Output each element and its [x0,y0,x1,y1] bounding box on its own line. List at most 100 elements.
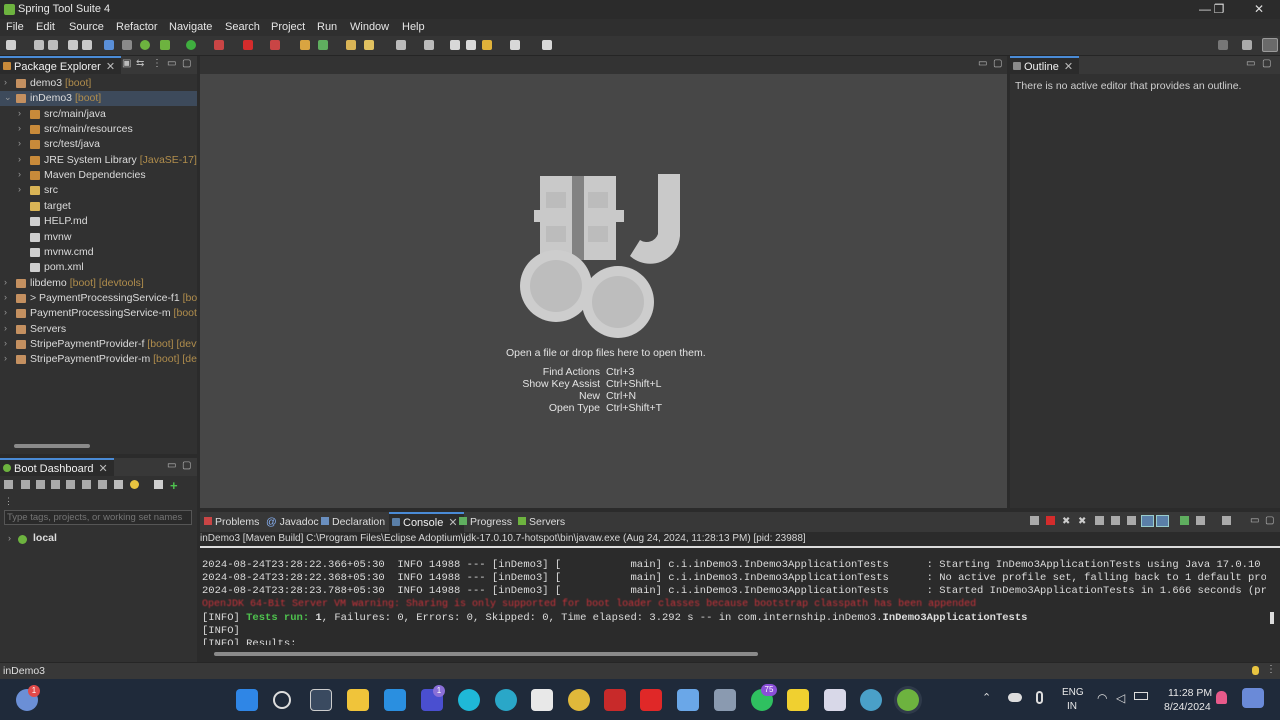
volume-icon[interactable]: ◁ [1116,691,1125,705]
console-icon[interactable] [51,480,60,489]
onedrive-icon[interactable] [1008,693,1022,702]
word-wrap-icon[interactable] [1127,516,1136,525]
horizontal-scrollbar[interactable] [214,652,758,656]
tab-outline[interactable]: Outline ✕ [1010,56,1080,74]
cortana-icon[interactable] [458,689,480,711]
open-perspective-icon[interactable] [1242,40,1252,50]
close-icon[interactable]: ✕ [448,517,457,529]
task-view-icon[interactable] [310,689,332,711]
properties-icon[interactable] [82,480,91,489]
spring-tool-suite-taskbar-icon[interactable] [897,689,919,711]
tab-servers[interactable]: Servers [518,516,565,528]
new-java-project-icon[interactable] [300,40,310,50]
tree-expand-icon[interactable]: › [4,323,7,333]
minimize-view-icon[interactable]: ▭ [167,58,176,69]
tree-item[interactable]: › src/main/resources [0,122,197,137]
tree-item[interactable]: › libdemo [boot] [devtools] [0,276,197,291]
open-type-icon[interactable] [346,40,356,50]
editor-area[interactable]: Open a file or drop files here to open t… [200,74,1007,508]
start-icon[interactable] [21,480,30,489]
tree-item[interactable]: › JRE System Library [JavaSE-17] [0,153,197,168]
terminate-icon[interactable] [1046,516,1055,525]
remove-launch-icon[interactable]: ✖ [1062,516,1070,527]
view-menu-icon[interactable]: ⋮ [152,58,162,69]
close-icon[interactable]: ✕ [1064,61,1073,73]
open-console-icon[interactable] [1222,516,1231,525]
terminate-all-icon[interactable] [1030,516,1039,525]
tree-item[interactable]: › Maven Dependencies [0,168,197,183]
tree-item[interactable]: mvnw.cmd [0,245,197,260]
display-console-icon[interactable] [1196,516,1205,525]
show-on-output-icon[interactable] [1141,515,1154,527]
tree-item[interactable]: › Servers [0,322,197,337]
maximize-view-icon[interactable]: ▢ [182,58,191,69]
new-class-icon[interactable] [318,40,328,50]
close-icon[interactable]: ✕ [99,463,108,475]
tree-expand-icon[interactable]: › [18,138,21,148]
search-icon[interactable] [273,691,291,709]
local-node[interactable]: › local [8,532,57,544]
refresh-icon[interactable] [4,480,13,489]
vertical-scrollbar[interactable] [1270,612,1274,624]
run-icon[interactable] [186,40,196,50]
tab-package-explorer[interactable]: Package Explorer ✕ [0,56,122,74]
console-output[interactable]: 2024-08-24T23:28:22.366+05:30 INFO 14988… [202,559,1266,651]
youtube-icon[interactable] [640,689,662,711]
boot-dashboard-icon[interactable] [140,40,150,50]
tree-expand-icon[interactable]: › [4,338,7,348]
menu-help[interactable]: Help [402,21,425,33]
vscode-icon[interactable] [384,689,406,711]
minimize-editor-icon[interactable]: ▭ [978,58,987,69]
remove-all-icon[interactable]: ✖ [1078,516,1086,527]
maximize-editor-icon[interactable]: ▢ [993,58,1002,69]
maximize-view-icon[interactable]: ▢ [182,460,191,471]
menu-edit[interactable]: Edit [36,21,55,33]
file-explorer-icon[interactable] [347,689,369,711]
connect-icon[interactable] [677,689,699,711]
tree-item[interactable]: ⌄ inDemo3 [boot] [0,91,197,107]
annotation-icon[interactable] [396,40,406,50]
tree-expand-icon[interactable]: › [18,184,21,194]
status-menu-icon[interactable]: ⋮ [1266,664,1276,675]
tab-declaration[interactable]: Declaration [321,516,385,528]
menu-file[interactable]: File [6,21,24,33]
boot-filter-input[interactable] [4,510,192,525]
chevron-up-icon[interactable]: ⌃ [982,691,991,704]
tree-item[interactable]: › > PaymentProcessingService-f1 [boot] [0,291,197,306]
camera-icon[interactable] [714,689,736,711]
tree-expand-icon[interactable]: › [18,123,21,133]
tab-boot-dashboard[interactable]: Boot Dashboard ✕ [0,458,114,476]
filter-icon[interactable] [154,480,163,489]
menu-navigate[interactable]: Navigate [169,21,212,33]
minimize-view-icon[interactable]: ▭ [167,460,176,471]
menu-refactor[interactable]: Refactor [116,21,158,33]
link-editor-icon[interactable]: ⇆ [136,58,144,69]
wifi-icon[interactable]: ◠ [1097,691,1107,705]
debug-icon[interactable] [160,40,170,50]
tree-item[interactable]: pom.xml [0,260,197,275]
redo-icon[interactable] [82,40,92,50]
minimize-view-icon[interactable]: ▭ [1250,515,1259,526]
back-icon[interactable] [450,40,460,50]
region-label[interactable]: IN [1067,701,1077,712]
chrome-icon[interactable] [568,689,590,711]
java-perspective-icon[interactable] [1262,38,1278,52]
last-edit-icon[interactable] [482,40,492,50]
bulb-icon[interactable] [130,480,139,489]
open-icon[interactable] [542,40,552,50]
edit-icon[interactable] [98,480,107,489]
tree-item[interactable]: mvnw [0,230,197,245]
skip-breakpoints-icon[interactable] [122,40,132,50]
add-icon[interactable]: + [170,478,178,493]
windows-start-icon[interactable] [236,689,258,711]
tab-javadoc[interactable]: @ Javadoc [266,516,319,528]
search-icon[interactable] [364,40,374,50]
tree-item[interactable]: HELP.md [0,214,197,229]
clear-console-icon[interactable] [1095,516,1104,525]
globe-icon[interactable] [860,689,882,711]
notification-bell-icon[interactable] [1216,691,1227,704]
forward-icon[interactable] [466,40,476,50]
maximize-button[interactable]: ❐ [1204,2,1234,17]
tree-item[interactable]: target [0,199,197,214]
store-icon[interactable] [531,689,553,711]
